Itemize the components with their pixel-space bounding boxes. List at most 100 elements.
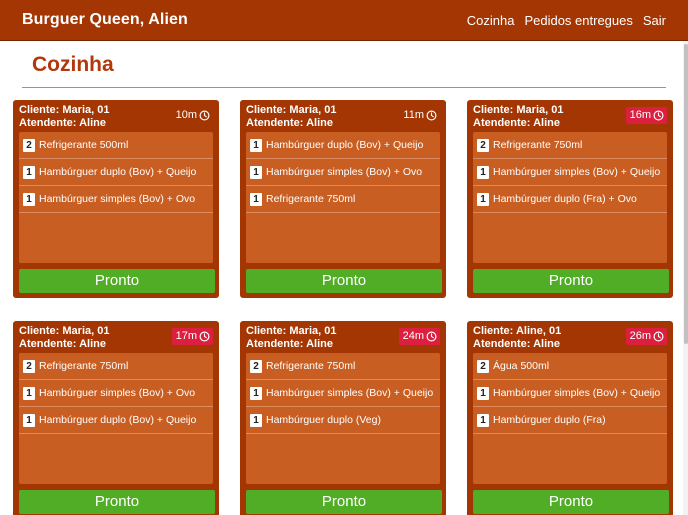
item-quantity: 2	[477, 138, 489, 152]
item-name: Hambúrguer simples (Bov) + Queijo	[493, 387, 661, 399]
item-quantity: 1	[250, 165, 262, 179]
item-quantity: 1	[477, 413, 489, 427]
order-card: Cliente: Maria, 01 Atendente: Aline 10m …	[13, 100, 219, 298]
item-name: Hambúrguer simples (Bov) + Queijo	[493, 166, 661, 178]
order-card: Cliente: Aline, 01 Atendente: Aline 26m …	[467, 321, 673, 515]
item-quantity: 1	[477, 165, 489, 179]
order-item: 2 Refrigerante 750ml	[246, 353, 440, 380]
item-quantity: 2	[23, 359, 35, 373]
item-quantity: 1	[250, 138, 262, 152]
nav-link-pedidos-entregues[interactable]: Pedidos entregues	[524, 13, 632, 28]
page: Burguer Queen, Alien Cozinha Pedidos ent…	[0, 0, 688, 515]
item-name: Hambúrguer duplo (Bov) + Queijo	[266, 139, 424, 151]
order-timer: 11m	[399, 107, 440, 124]
order-item: 2 Água 500ml	[473, 353, 667, 380]
ready-button[interactable]: Pronto	[473, 490, 669, 514]
item-name: Refrigerante 750ml	[266, 360, 356, 372]
nav-link-sair[interactable]: Sair	[643, 13, 666, 28]
item-quantity: 2	[250, 359, 262, 373]
item-quantity: 1	[250, 386, 262, 400]
brand-title[interactable]: Burguer Queen, Alien	[22, 11, 188, 29]
clock-icon	[653, 331, 664, 342]
order-items-list: 2 Refrigerante 750ml 1 Hambúrguer simple…	[19, 353, 213, 484]
order-items-list: 2 Refrigerante 500ml 1 Hambúrguer duplo …	[19, 132, 213, 263]
order-items-list: 2 Refrigerante 750ml 1 Hambúrguer simple…	[246, 353, 440, 484]
order-header: Cliente: Maria, 01 Atendente: Aline 24m	[246, 325, 440, 353]
order-item: 1 Hambúrguer simples (Bov) + Ovo	[19, 380, 213, 407]
ready-button[interactable]: Pronto	[246, 269, 442, 293]
clock-icon	[426, 110, 437, 121]
order-card: Cliente: Maria, 01 Atendente: Aline 11m …	[240, 100, 446, 298]
order-header: Cliente: Aline, 01 Atendente: Aline 26m	[473, 325, 667, 353]
item-name: Hambúrguer simples (Bov) + Ovo	[266, 166, 423, 178]
order-timer: 24m	[398, 328, 440, 345]
item-quantity: 1	[23, 413, 35, 427]
item-name: Refrigerante 750ml	[493, 139, 583, 151]
order-item: 1 Hambúrguer duplo (Bov) + Queijo	[246, 132, 440, 159]
ready-button[interactable]: Pronto	[19, 269, 215, 293]
order-item: 1 Hambúrguer duplo (Bov) + Queijo	[19, 159, 213, 186]
item-name: Refrigerante 500ml	[39, 139, 129, 151]
timer-value: 16m	[629, 109, 651, 121]
item-name: Hambúrguer duplo (Bov) + Queijo	[39, 414, 197, 426]
timer-value: 10m	[175, 109, 197, 121]
order-timer: 17m	[171, 328, 213, 345]
item-name: Refrigerante 750ml	[39, 360, 129, 372]
order-card: Cliente: Maria, 01 Atendente: Aline 17m …	[13, 321, 219, 515]
order-timer: 26m	[625, 328, 667, 345]
item-quantity: 1	[250, 413, 262, 427]
order-header: Cliente: Maria, 01 Atendente: Aline 11m	[246, 104, 440, 132]
order-item: 1 Hambúrguer simples (Bov) + Ovo	[246, 159, 440, 186]
order-item: 1 Hambúrguer duplo (Veg)	[246, 407, 440, 434]
timer-value: 24m	[402, 330, 424, 342]
ready-button[interactable]: Pronto	[246, 490, 442, 514]
item-quantity: 1	[23, 386, 35, 400]
order-items-list: 2 Refrigerante 750ml 1 Hambúrguer simple…	[473, 132, 667, 263]
item-quantity: 1	[23, 165, 35, 179]
item-name: Refrigerante 750ml	[266, 193, 356, 205]
order-item: 1 Hambúrguer duplo (Bov) + Queijo	[19, 407, 213, 434]
item-quantity: 1	[23, 192, 35, 206]
order-timer: 16m	[625, 107, 667, 124]
order-card: Cliente: Maria, 01 Atendente: Aline 24m …	[240, 321, 446, 515]
item-quantity: 2	[477, 359, 489, 373]
item-name: Hambúrguer simples (Bov) + Ovo	[39, 387, 196, 399]
order-card: Cliente: Maria, 01 Atendente: Aline 16m …	[467, 100, 673, 298]
order-item: 1 Hambúrguer duplo (Fra)	[473, 407, 667, 434]
clock-icon	[199, 331, 210, 342]
clock-icon	[199, 110, 210, 121]
timer-value: 26m	[629, 330, 651, 342]
scrollbar-thumb[interactable]	[684, 44, 688, 344]
order-item: 1 Hambúrguer simples (Bov) + Queijo	[246, 380, 440, 407]
order-item: 1 Hambúrguer simples (Bov) + Queijo	[473, 159, 667, 186]
page-title: Cozinha	[32, 53, 114, 76]
order-item: 2 Refrigerante 750ml	[473, 132, 667, 159]
clock-icon	[653, 110, 664, 121]
nav-links: Cozinha Pedidos entregues Sair	[467, 13, 666, 28]
title-divider	[22, 87, 666, 88]
order-item: 1 Hambúrguer simples (Bov) + Queijo	[473, 380, 667, 407]
item-name: Hambúrguer duplo (Bov) + Queijo	[39, 166, 197, 178]
order-header: Cliente: Maria, 01 Atendente: Aline 10m	[19, 104, 213, 132]
item-name: Hambúrguer duplo (Fra)	[493, 414, 606, 426]
item-name: Água 500ml	[493, 360, 550, 372]
item-name: Hambúrguer duplo (Veg)	[266, 414, 381, 426]
item-name: Hambúrguer simples (Bov) + Ovo	[39, 193, 196, 205]
ready-button[interactable]: Pronto	[19, 490, 215, 514]
item-quantity: 2	[23, 138, 35, 152]
timer-value: 17m	[175, 330, 197, 342]
item-quantity: 1	[477, 386, 489, 400]
order-item: 2 Refrigerante 750ml	[19, 353, 213, 380]
clock-icon	[426, 331, 437, 342]
order-item: 1 Refrigerante 750ml	[246, 186, 440, 213]
order-timer: 10m	[172, 107, 213, 124]
order-header: Cliente: Maria, 01 Atendente: Aline 17m	[19, 325, 213, 353]
ready-button[interactable]: Pronto	[473, 269, 669, 293]
order-item: 1 Hambúrguer simples (Bov) + Ovo	[19, 186, 213, 213]
navbar: Burguer Queen, Alien Cozinha Pedidos ent…	[0, 0, 688, 41]
order-items-list: 1 Hambúrguer duplo (Bov) + Queijo 1 Hamb…	[246, 132, 440, 263]
item-quantity: 1	[250, 192, 262, 206]
nav-link-cozinha[interactable]: Cozinha	[467, 13, 515, 28]
order-header: Cliente: Maria, 01 Atendente: Aline 16m	[473, 104, 667, 132]
timer-value: 11m	[403, 109, 424, 121]
